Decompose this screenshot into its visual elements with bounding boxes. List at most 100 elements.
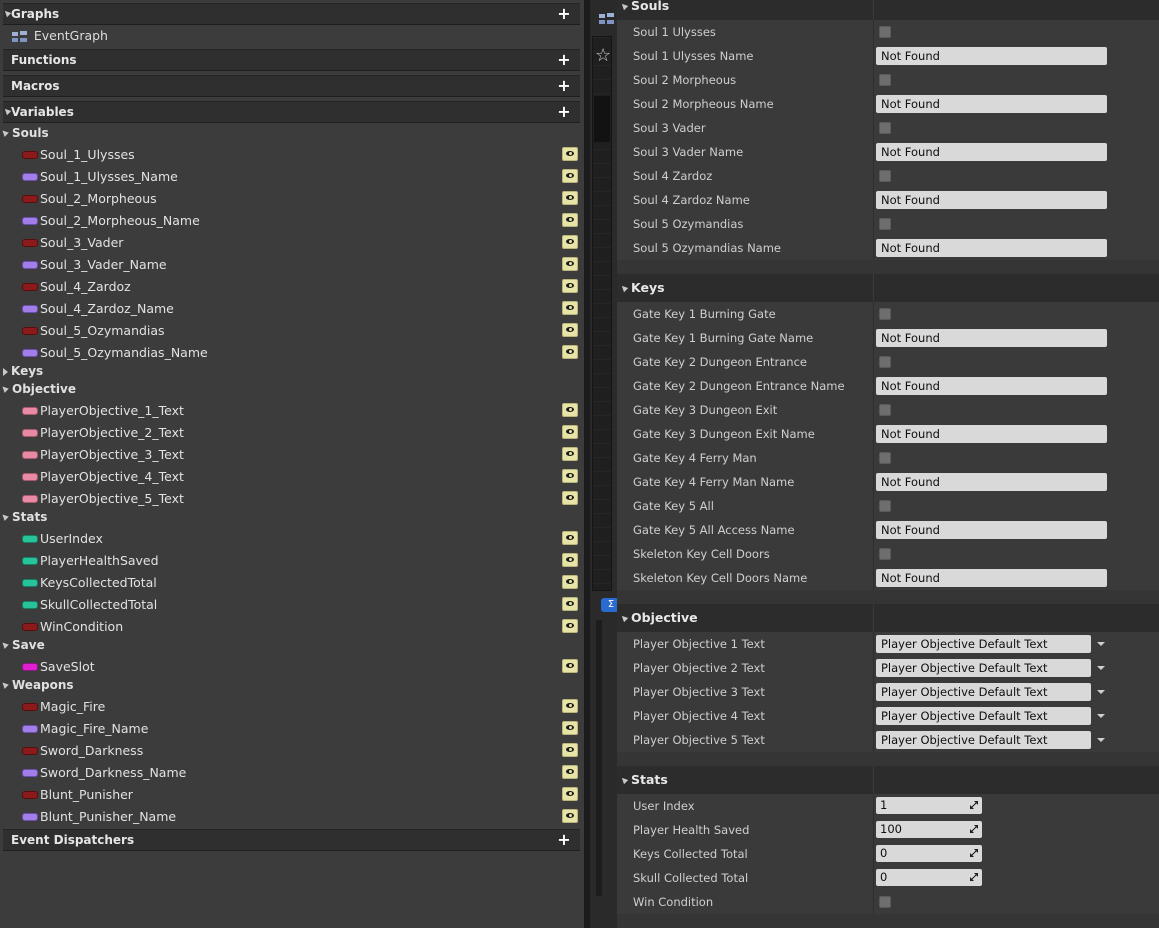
add-macro-button[interactable]: + (556, 78, 572, 94)
variable-row[interactable]: Soul_5_Ozymandias_Name (0, 342, 584, 364)
property-checkbox[interactable] (879, 896, 891, 908)
property-text-field[interactable]: Not Found (876, 143, 1107, 161)
column-divider[interactable] (873, 542, 874, 566)
property-checkbox[interactable] (879, 26, 891, 38)
column-divider[interactable] (873, 44, 874, 68)
visibility-eye-icon[interactable] (562, 403, 578, 417)
property-number-field[interactable]: 1 (876, 797, 982, 814)
property-checkbox[interactable] (879, 356, 891, 368)
property-number-field[interactable]: 0 (876, 869, 982, 886)
column-divider[interactable] (873, 92, 874, 116)
scrollbar-thumb[interactable] (594, 96, 610, 142)
collapse-arrow-icon[interactable] (619, 283, 629, 293)
visibility-eye-icon[interactable] (562, 531, 578, 545)
column-divider[interactable] (873, 518, 874, 542)
property-checkbox[interactable] (879, 500, 891, 512)
visibility-eye-icon[interactable] (562, 787, 578, 801)
add-variable-button[interactable]: + (556, 104, 572, 120)
visibility-eye-icon[interactable] (562, 147, 578, 161)
column-divider[interactable] (873, 842, 874, 866)
column-divider[interactable] (873, 704, 874, 728)
property-checkbox[interactable] (879, 122, 891, 134)
property-text-field[interactable]: Not Found (876, 191, 1107, 209)
expand-arrow-icon[interactable] (3, 367, 8, 376)
resize-spin-icon[interactable] (970, 849, 978, 857)
variable-row[interactable]: SkullCollectedTotal (0, 594, 584, 616)
column-divider[interactable] (873, 680, 874, 704)
variable-row[interactable]: Soul_3_Vader_Name (0, 254, 584, 276)
variable-row[interactable]: UserIndex (0, 528, 584, 550)
column-divider[interactable] (873, 326, 874, 350)
property-text-field[interactable]: Not Found (876, 95, 1107, 113)
visibility-eye-icon[interactable] (562, 765, 578, 779)
variable-row[interactable]: WinCondition (0, 616, 584, 638)
collapse-arrow-icon[interactable] (2, 106, 12, 116)
visibility-eye-icon[interactable] (562, 257, 578, 271)
property-text-field[interactable]: Not Found (876, 569, 1107, 587)
collapse-arrow-icon[interactable] (0, 511, 9, 521)
column-divider[interactable] (873, 20, 874, 44)
column-divider[interactable] (873, 0, 874, 20)
collapse-arrow-icon[interactable] (0, 127, 9, 137)
dropdown-arrow-icon[interactable] (1097, 714, 1105, 718)
visibility-eye-icon[interactable] (562, 213, 578, 227)
visibility-eye-icon[interactable] (562, 345, 578, 359)
column-divider[interactable] (873, 494, 874, 518)
details-section-keys[interactable]: Keys (617, 274, 1159, 302)
category-stats[interactable]: Stats (0, 510, 47, 530)
variable-row[interactable]: Soul_2_Morpheous (0, 188, 584, 210)
property-text-field[interactable]: Not Found (876, 425, 1107, 443)
event-dispatchers-header[interactable]: Event Dispatchers + (3, 829, 580, 851)
dropdown-arrow-icon[interactable] (1097, 642, 1105, 646)
star-icon[interactable]: ☆ (595, 45, 611, 66)
column-divider[interactable] (873, 446, 874, 470)
collapse-arrow-icon[interactable] (619, 1, 629, 11)
variable-row[interactable]: Magic_Fire_Name (0, 718, 584, 740)
add-graph-button[interactable]: + (556, 6, 572, 22)
variable-row[interactable]: Sword_Darkness_Name (0, 762, 584, 784)
graphs-header[interactable]: Graphs + (2, 3, 580, 25)
variable-row[interactable]: Sword_Darkness (0, 740, 584, 762)
visibility-eye-icon[interactable] (562, 469, 578, 483)
property-number-field[interactable]: 0 (876, 845, 982, 862)
details-section-souls[interactable]: Souls (617, 0, 1159, 20)
visibility-eye-icon[interactable] (562, 323, 578, 337)
variable-row[interactable]: Soul_1_Ulysses_Name (0, 166, 584, 188)
property-text-field[interactable]: Not Found (876, 473, 1107, 491)
dropdown-arrow-icon[interactable] (1097, 738, 1105, 742)
variables-header[interactable]: Variables + (2, 101, 580, 123)
property-text-field[interactable]: Player Objective Default Text (876, 659, 1091, 677)
category-keys[interactable]: Keys (3, 364, 43, 384)
column-divider[interactable] (873, 398, 874, 422)
variable-row[interactable]: Soul_2_Morpheous_Name (0, 210, 584, 232)
visibility-eye-icon[interactable] (562, 447, 578, 461)
column-divider[interactable] (873, 604, 874, 632)
column-divider[interactable] (873, 632, 874, 656)
property-text-field[interactable]: Not Found (876, 521, 1107, 539)
property-checkbox[interactable] (879, 170, 891, 182)
add-event-dispatcher-button[interactable]: + (556, 832, 572, 848)
category-souls[interactable]: Souls (0, 126, 49, 146)
property-checkbox[interactable] (879, 308, 891, 320)
column-divider[interactable] (873, 274, 874, 302)
variable-row[interactable]: PlayerObjective_2_Text (0, 422, 584, 444)
column-divider[interactable] (873, 470, 874, 494)
category-save[interactable]: Save (0, 638, 45, 658)
column-divider[interactable] (873, 656, 874, 680)
column-divider[interactable] (873, 68, 874, 92)
variable-row[interactable]: PlayerObjective_3_Text (0, 444, 584, 466)
variable-row[interactable]: Soul_4_Zardoz_Name (0, 298, 584, 320)
resize-spin-icon[interactable] (970, 825, 978, 833)
column-divider[interactable] (873, 116, 874, 140)
variable-row[interactable]: PlayerObjective_1_Text (0, 400, 584, 422)
column-divider[interactable] (873, 422, 874, 446)
variable-row[interactable]: KeysCollectedTotal (0, 572, 584, 594)
collapse-arrow-icon[interactable] (619, 613, 629, 623)
column-divider[interactable] (873, 188, 874, 212)
column-divider[interactable] (873, 140, 874, 164)
details-section-objective[interactable]: Objective (617, 604, 1159, 632)
collapse-arrow-icon[interactable] (619, 775, 629, 785)
macros-header[interactable]: Macros + (3, 75, 580, 97)
property-text-field[interactable]: Not Found (876, 377, 1107, 395)
dropdown-arrow-icon[interactable] (1097, 666, 1105, 670)
